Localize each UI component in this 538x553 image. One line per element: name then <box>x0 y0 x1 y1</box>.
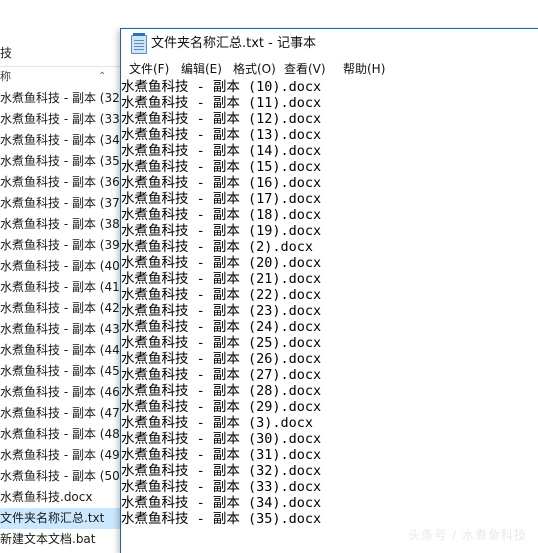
file-list-item[interactable]: 水煮鱼科技 - 副本 (38 <box>0 214 120 235</box>
text-line: 水煮鱼科技 - 副本 (28).docx <box>121 383 322 399</box>
text-line: 水煮鱼科技 - 副本 (32).docx <box>121 463 322 479</box>
file-list-item[interactable]: 水煮鱼科技 - 副本 (42 <box>0 298 120 319</box>
text-line: 水煮鱼科技 - 副本 (29).docx <box>121 399 322 415</box>
notepad-titlebar[interactable]: 文件夹名称汇总.txt - 记事本 <box>121 29 538 59</box>
file-list-item[interactable]: 水煮鱼科技 - 副本 (36 <box>0 172 120 193</box>
text-line: 水煮鱼科技 - 副本 (12).docx <box>121 111 322 127</box>
file-list-item[interactable]: 水煮鱼科技 - 副本 (50 <box>0 466 120 487</box>
menu-item[interactable]: 帮助(H) <box>343 59 385 79</box>
window-title: 文件夹名称汇总.txt - 记事本 <box>151 36 316 51</box>
file-list-item[interactable]: 水煮鱼科技 - 副本 (44 <box>0 340 120 361</box>
text-line: 水煮鱼科技 - 副本 (18).docx <box>121 207 322 223</box>
watermark-text: 头条号 / 水煮鱼科技 <box>408 528 527 542</box>
menu-item[interactable]: 查看(V) <box>284 59 326 79</box>
file-list-item[interactable]: 水煮鱼科技 - 副本 (46 <box>0 382 120 403</box>
text-line: 水煮鱼科技 - 副本 (10).docx <box>121 79 322 95</box>
text-line: 水煮鱼科技 - 副本 (11).docx <box>121 95 322 111</box>
menu-bar: 文件(F) 编辑(E) 格式(O) 查看(V) 帮助(H) <box>121 59 538 79</box>
text-line: 水煮鱼科技 - 副本 (22).docx <box>121 287 322 303</box>
text-line: 水煮鱼科技 - 副本 (26).docx <box>121 351 322 367</box>
sort-up-icon: ⌃ <box>98 71 107 82</box>
file-list-item[interactable]: 新建文本文档.bat <box>0 529 120 550</box>
file-list-item[interactable]: 文件夹名称汇总.txt <box>0 508 120 529</box>
text-line: 水煮鱼科技 - 副本 (15).docx <box>121 159 322 175</box>
file-list-item[interactable]: 水煮鱼科技 - 副本 (32 <box>0 88 120 109</box>
text-line: 水煮鱼科技 - 副本 (25).docx <box>121 335 322 351</box>
address-fragment: 技 <box>0 46 13 60</box>
file-list-item[interactable]: 水煮鱼科技 - 副本 (33 <box>0 109 120 130</box>
text-line: 水煮鱼科技 - 副本 (34).docx <box>121 495 322 511</box>
column-header-label: 称 <box>0 70 11 83</box>
file-list-item[interactable]: 水煮鱼科技 - 副本 (39 <box>0 235 120 256</box>
text-line: 水煮鱼科技 - 副本 (16).docx <box>121 175 322 191</box>
text-line: 水煮鱼科技 - 副本 (14).docx <box>121 143 322 159</box>
notepad-window: 文件夹名称汇总.txt - 记事本 文件(F) 编辑(E) 格式(O) 查看(V) 帮助… <box>120 28 538 553</box>
text-editor-area[interactable]: 水煮鱼科技 - 副本 (10).docx 水煮鱼科技 - 副本 (11).docx… <box>121 79 538 553</box>
text-line: 水煮鱼科技 - 副本 (20).docx <box>121 255 322 271</box>
text-line: 水煮鱼科技 - 副本 (17).docx <box>121 191 322 207</box>
file-list-item[interactable]: 水煮鱼科技 - 副本 (47 <box>0 403 120 424</box>
text-line: 水煮鱼科技 - 副本 (23).docx <box>121 303 322 319</box>
text-line: 水煮鱼科技 - 副本 (30).docx <box>121 431 322 447</box>
file-list-item[interactable]: 水煮鱼科技 - 副本 (41 <box>0 277 120 298</box>
menu-item[interactable]: 编辑(E) <box>181 59 222 79</box>
text-line: 水煮鱼科技 - 副本 (27).docx <box>121 367 322 383</box>
text-line: 水煮鱼科技 - 副本 (31).docx <box>121 447 322 463</box>
file-list-item[interactable]: 水煮鱼科技 - 副本 (34 <box>0 130 120 151</box>
file-list-item[interactable]: 水煮鱼科技.docx <box>0 487 120 508</box>
text-line: 水煮鱼科技 - 副本 (3).docx <box>121 415 314 431</box>
text-line: 水煮鱼科技 - 副本 (24).docx <box>121 319 322 335</box>
menu-item[interactable]: 文件(F) <box>129 59 169 79</box>
file-list-item[interactable]: 水煮鱼科技 - 副本 (43 <box>0 319 120 340</box>
name-column-header[interactable]: 称 ⌃ <box>0 66 120 88</box>
text-line: 水煮鱼科技 - 副本 (33).docx <box>121 479 322 495</box>
explorer-address-row[interactable]: 技 <box>0 40 120 67</box>
file-list-item[interactable]: 水煮鱼科技 - 副本 (45 <box>0 361 120 382</box>
file-list-item[interactable]: 水煮鱼科技 - 副本 (37 <box>0 193 120 214</box>
file-list-item[interactable]: 水煮鱼科技 - 副本 (40 <box>0 256 120 277</box>
notepad-icon <box>131 33 147 54</box>
text-line: 水煮鱼科技 - 副本 (19).docx <box>121 223 322 239</box>
text-line: 水煮鱼科技 - 副本 (2).docx <box>121 239 314 255</box>
file-list-item[interactable]: 水煮鱼科技 - 副本 (35 <box>0 151 120 172</box>
file-list-item[interactable]: 水煮鱼科技 - 副本 (49 <box>0 445 120 466</box>
menu-item[interactable]: 格式(O) <box>233 59 276 79</box>
text-line: 水煮鱼科技 - 副本 (13).docx <box>121 127 322 143</box>
text-line: 水煮鱼科技 - 副本 (35).docx <box>121 511 322 527</box>
text-line: 水煮鱼科技 - 副本 (21).docx <box>121 271 322 287</box>
file-list: 水煮鱼科技 - 副本 (32 水煮鱼科技 - 副本 (33 水煮鱼科技 - 副本 (… <box>0 88 120 550</box>
file-list-item[interactable]: 水煮鱼科技 - 副本 (48 <box>0 424 120 445</box>
